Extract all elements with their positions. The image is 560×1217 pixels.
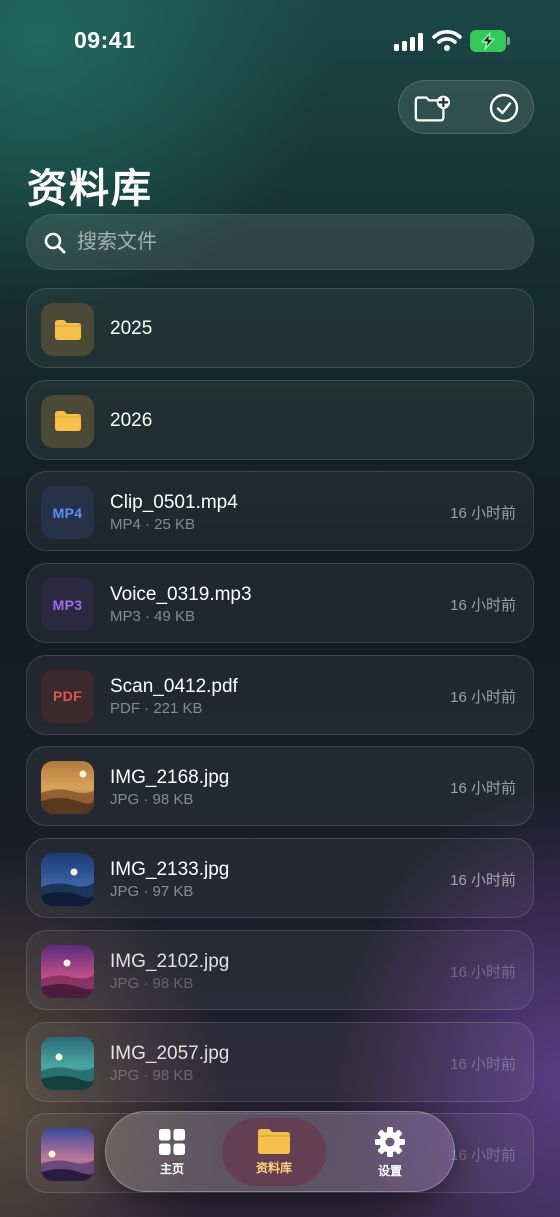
folder-icon bbox=[54, 319, 81, 340]
image-thumbnail bbox=[41, 944, 94, 998]
file-name: Scan_0412.pdf bbox=[110, 675, 238, 697]
new-folder-button[interactable] bbox=[413, 89, 451, 127]
file-name: IMG_2168.jpg bbox=[110, 767, 230, 789]
tab-home[interactable]: 主页 bbox=[120, 1118, 224, 1186]
grid-icon bbox=[159, 1128, 185, 1155]
status-time: 09:41 bbox=[74, 27, 136, 53]
battery-icon bbox=[470, 30, 510, 52]
file-time: 16 小时前 bbox=[450, 963, 516, 981]
file-name: Clip_0501.mp4 bbox=[110, 492, 238, 514]
file-name: IMG_2057.jpg bbox=[110, 1042, 230, 1064]
wifi-icon bbox=[432, 29, 462, 56]
list-item-file[interactable]: IMG_2057.jpg JPG · 98 KB 16 小时前 bbox=[26, 1021, 534, 1102]
file-meta: PDF · 221 KB bbox=[110, 699, 203, 717]
file-meta: JPG · 98 KB bbox=[110, 974, 194, 992]
file-meta: JPG · 98 KB bbox=[110, 791, 194, 809]
image-thumbnail bbox=[41, 761, 94, 815]
tab-home-label: 主页 bbox=[159, 1161, 184, 1176]
folder-icon bbox=[54, 411, 81, 432]
file-time: 16 小时前 bbox=[450, 688, 516, 706]
file-name: Voice_0319.mp3 bbox=[110, 584, 252, 606]
file-name: 2026 bbox=[110, 409, 153, 431]
file-type-badge: MP4 bbox=[52, 504, 83, 521]
file-type-badge: MP3 bbox=[52, 596, 83, 613]
video-file-thumbnail: MP4 bbox=[41, 486, 94, 540]
file-time: 16 小时前 bbox=[450, 1147, 516, 1165]
file-time: 16 小时前 bbox=[450, 872, 516, 890]
tab-settings-label: 设置 bbox=[377, 1163, 402, 1178]
file-name: IMG_2133.jpg bbox=[110, 859, 230, 881]
tab-bar: 主页 资料库 设置 bbox=[105, 1111, 455, 1192]
file-name: IMG_2102.jpg bbox=[110, 950, 230, 972]
search-input[interactable] bbox=[77, 215, 517, 269]
file-meta: MP3 · 49 KB bbox=[110, 608, 196, 626]
file-time: 16 小时前 bbox=[450, 1055, 516, 1073]
file-time: 16 小时前 bbox=[450, 505, 516, 523]
folder-thumbnail bbox=[41, 394, 94, 448]
search-bar bbox=[26, 214, 534, 270]
folder-plus-icon bbox=[414, 95, 451, 122]
status-bar: 09:41 bbox=[0, 0, 560, 80]
list-item-folder[interactable]: 2026 bbox=[26, 379, 534, 460]
list-item-folder[interactable]: 2025 bbox=[26, 288, 534, 368]
header-toolbar bbox=[398, 80, 534, 134]
list-item-file[interactable]: MP4 Clip_0501.mp4 MP4 · 25 KB 16 小时前 bbox=[26, 471, 534, 552]
file-time: 16 小时前 bbox=[450, 597, 516, 615]
file-time: 16 小时前 bbox=[450, 780, 516, 798]
select-button[interactable] bbox=[485, 89, 523, 127]
tab-library-label: 资料库 bbox=[255, 1161, 292, 1175]
pdf-file-thumbnail: PDF bbox=[41, 669, 94, 723]
list-item-file[interactable]: PDF Scan_0412.pdf PDF · 221 KB 16 小时前 bbox=[26, 654, 534, 735]
file-list: 2025 2026 MP4 Clip_0501.mp4 MP4 · 25 KB … bbox=[26, 288, 534, 1205]
list-item-file[interactable]: IMG_2133.jpg JPG · 97 KB 16 小时前 bbox=[26, 838, 534, 919]
folder-icon bbox=[258, 1129, 290, 1154]
file-name: 2025 bbox=[110, 318, 153, 339]
list-item-file[interactable]: MP3 Voice_0319.mp3 MP3 · 49 KB 16 小时前 bbox=[26, 563, 534, 644]
list-item-file[interactable]: IMG_2168.jpg JPG · 98 KB 16 小时前 bbox=[26, 746, 534, 827]
file-meta: JPG · 97 KB bbox=[110, 883, 194, 901]
search-icon bbox=[44, 232, 66, 254]
list-item-file[interactable]: IMG_2102.jpg JPG · 98 KB 16 小时前 bbox=[26, 929, 534, 1010]
page-title: 资料库 bbox=[27, 167, 153, 211]
folder-thumbnail bbox=[41, 303, 94, 356]
file-meta: MP4 · 25 KB bbox=[110, 516, 196, 534]
tab-settings[interactable]: 设置 bbox=[338, 1118, 442, 1186]
image-thumbnail bbox=[41, 1128, 94, 1182]
cellular-signal-icon bbox=[394, 33, 424, 51]
image-thumbnail bbox=[41, 853, 94, 907]
tab-library[interactable]: 资料库 bbox=[222, 1118, 326, 1186]
checkmark-circle-icon bbox=[489, 93, 519, 123]
file-meta: JPG · 98 KB bbox=[110, 1066, 194, 1084]
gear-icon bbox=[375, 1126, 405, 1157]
file-type-badge: PDF bbox=[53, 688, 82, 705]
audio-file-thumbnail: MP3 bbox=[41, 578, 94, 632]
image-thumbnail bbox=[41, 1036, 94, 1090]
